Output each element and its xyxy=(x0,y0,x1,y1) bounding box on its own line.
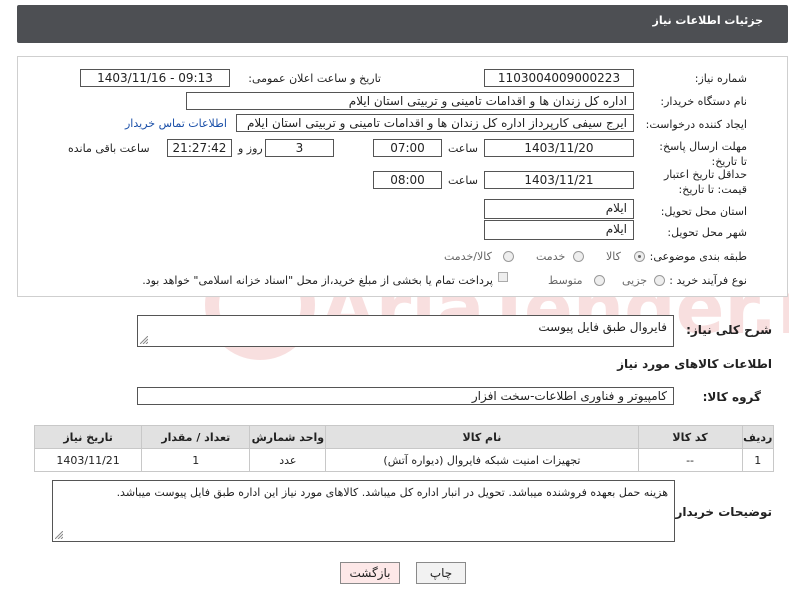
column-header-row-number: ردیف xyxy=(741,425,775,449)
column-header-unit: واحد شمارش xyxy=(249,425,327,449)
buyer-notes-text: هزینه حمل بعهده فروشنده میباشد. تحویل در… xyxy=(116,486,668,499)
cell-need-date: 1403/11/21 xyxy=(33,448,143,472)
cell-quantity: 1 xyxy=(141,448,251,472)
remaining-time-field[interactable]: 21:27:42 xyxy=(167,139,232,157)
goods-table: ردیف کد کالا نام کالا واحد شمارش تعداد /… xyxy=(33,425,775,472)
page-title: جزئیات اطلاعات نیاز xyxy=(652,14,764,27)
buyer-notes-field[interactable]: هزینه حمل بعهده فروشنده میباشد. تحویل در… xyxy=(52,480,675,542)
price-validity-time-label: ساعت xyxy=(448,174,478,187)
category-radio-service[interactable] xyxy=(573,251,584,262)
column-header-need-date: تاریخ نیاز xyxy=(33,425,143,449)
cell-unit: عدد xyxy=(249,448,327,472)
goods-info-title: اطلاعات کالاهای مورد نیاز xyxy=(617,357,772,371)
back-button[interactable]: بازگشت xyxy=(340,562,400,584)
category-option-service: خدمت xyxy=(536,250,566,263)
reply-time-label: ساعت xyxy=(448,142,478,155)
province-label: استان محل تحویل: xyxy=(660,205,747,218)
days-remaining-field[interactable]: 3 xyxy=(265,139,334,157)
city-field[interactable]: ایلام xyxy=(484,220,634,240)
process-option-medium: متوسط xyxy=(548,274,583,287)
goods-group-label: گروه کالا: xyxy=(702,390,761,404)
announce-datetime-label: تاریخ و ساعت اعلان عمومی: xyxy=(248,72,381,85)
need-description-text: فایروال طبق فایل پیوست xyxy=(538,320,667,334)
table-header-row: ردیف کد کالا نام کالا واحد شمارش تعداد /… xyxy=(33,425,775,449)
need-description-field[interactable]: فایروال طبق فایل پیوست xyxy=(137,315,674,347)
process-radio-partial[interactable] xyxy=(654,275,665,286)
days-label: روز و xyxy=(238,142,263,155)
column-header-goods-code: کد کالا xyxy=(637,425,743,449)
category-radio-goods-service[interactable] xyxy=(503,251,514,262)
need-number-field[interactable]: 1103004009000223 xyxy=(484,69,634,87)
cell-row-number: 1 xyxy=(741,448,775,472)
city-label: شهر محل تحویل: xyxy=(667,226,747,239)
creator-label: ایجاد کننده درخواست: xyxy=(645,118,747,131)
creator-field[interactable]: ایرج سیفی کارپرداز اداره کل زندان ها و ا… xyxy=(236,114,634,132)
buyer-notes-label: توضیحات خریدار: xyxy=(670,505,772,519)
buyer-org-field[interactable]: اداره کل زندان ها و اقدامات تامینی و ترب… xyxy=(186,92,634,110)
reply-deadline-label: مهلت ارسال پاسخ: تا تاریخ: xyxy=(659,140,747,168)
goods-group-field[interactable]: کامپیوتر و فناوری اطلاعات-سخت افزار xyxy=(137,387,674,405)
process-type-label: نوع فرآیند خرید : xyxy=(669,274,747,287)
process-option-partial: جزیی xyxy=(622,274,648,287)
cell-goods-code: -- xyxy=(637,448,743,472)
resize-grip-icon[interactable] xyxy=(140,336,148,344)
category-option-goods-service: کالا/خدمت xyxy=(444,250,492,263)
remaining-time-label: ساعت باقی مانده xyxy=(68,142,150,155)
category-option-goods: کالا xyxy=(606,250,621,263)
print-button[interactable]: چاپ xyxy=(416,562,466,584)
price-validity-date-field[interactable]: 1403/11/21 xyxy=(484,171,634,189)
need-description-label: شرح کلی نیاز: xyxy=(686,323,772,337)
table-row[interactable]: 1 -- تجهیزات امنیت شبکه فایروال (دیواره … xyxy=(33,448,775,472)
reply-time-field[interactable]: 07:00 xyxy=(373,139,442,157)
announce-datetime-field[interactable]: 1403/11/16 - 09:13 xyxy=(80,69,230,87)
buyer-contact-link[interactable]: اطلاعات تماس خریدار xyxy=(125,117,227,130)
price-validity-time-field[interactable]: 08:00 xyxy=(373,171,442,189)
resize-grip-icon[interactable] xyxy=(55,531,63,539)
reply-date-field[interactable]: 1403/11/20 xyxy=(484,139,634,157)
column-header-quantity: تعداد / مقدار xyxy=(141,425,251,449)
column-header-goods-name: نام کالا xyxy=(325,425,639,449)
treasury-payment-note: پرداخت تمام یا بخشی از مبلغ خرید،از محل … xyxy=(142,274,493,287)
province-field[interactable]: ایلام xyxy=(484,199,634,219)
category-radio-goods[interactable] xyxy=(634,251,645,262)
process-radio-medium[interactable] xyxy=(594,275,605,286)
need-number-label: شماره نیاز: xyxy=(694,72,747,85)
treasury-payment-checkbox[interactable] xyxy=(498,272,508,282)
category-label: طبقه بندی موضوعی: xyxy=(649,250,747,263)
buyer-org-label: نام دستگاه خریدار: xyxy=(660,95,747,108)
price-validity-label: حداقل تاریخ اعتبار قیمت: تا تاریخ: xyxy=(663,168,747,196)
cell-goods-name: تجهیزات امنیت شبکه فایروال (دیواره آتش) xyxy=(325,448,639,472)
